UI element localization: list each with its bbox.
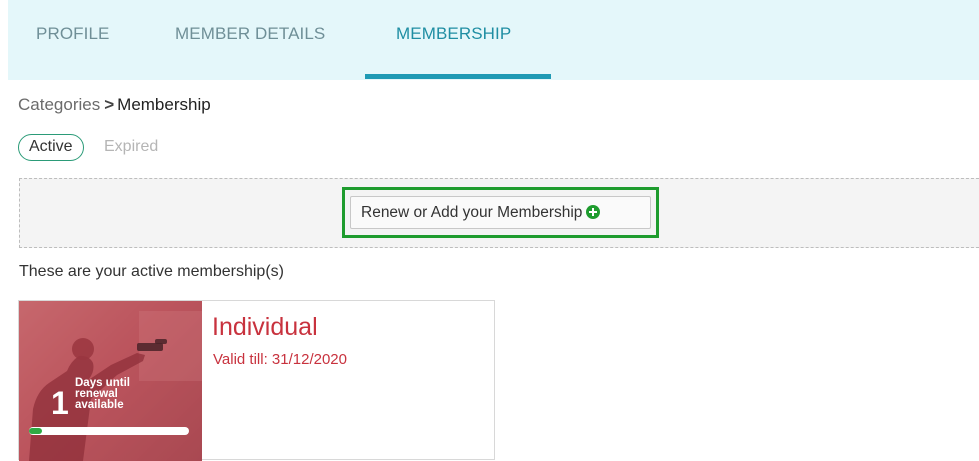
tab-membership[interactable]: MEMBERSHIP bbox=[396, 24, 511, 44]
plus-circle-icon bbox=[586, 205, 601, 219]
breadcrumb-categories-link[interactable]: Categories bbox=[18, 95, 100, 114]
breadcrumb-current: Membership bbox=[117, 95, 211, 114]
active-tab-indicator bbox=[365, 74, 551, 79]
renew-button-label: Renew or Add your Membership bbox=[361, 204, 583, 221]
membership-card-image: 1 Days until renewal available bbox=[19, 301, 202, 461]
membership-card-title: Individual bbox=[212, 313, 318, 341]
days-until-renewal-count: 1 bbox=[51, 385, 69, 421]
days-until-renewal-label: Days until renewal available bbox=[75, 377, 130, 411]
active-memberships-heading: These are your active membership(s) bbox=[19, 263, 284, 280]
membership-card[interactable]: 1 Days until renewal available Individua… bbox=[18, 300, 495, 461]
filter-active-pill[interactable]: Active bbox=[18, 134, 84, 161]
breadcrumb-separator: > bbox=[104, 95, 115, 114]
tab-member-details[interactable]: MEMBER DETAILS bbox=[175, 24, 325, 44]
tab-profile[interactable]: PROFILE bbox=[36, 24, 109, 44]
top-navigation: PROFILE MEMBER DETAILS MEMBERSHIP bbox=[8, 0, 979, 80]
filter-expired-pill[interactable]: Expired bbox=[104, 138, 158, 156]
renewal-progress-fill bbox=[29, 428, 42, 434]
breadcrumb: Categories > Membership bbox=[18, 95, 211, 115]
membership-valid-till: Valid till: 31/12/2020 bbox=[213, 351, 347, 368]
renew-membership-button[interactable]: Renew or Add your Membership bbox=[350, 196, 651, 229]
renewal-progress-bar bbox=[29, 427, 189, 435]
